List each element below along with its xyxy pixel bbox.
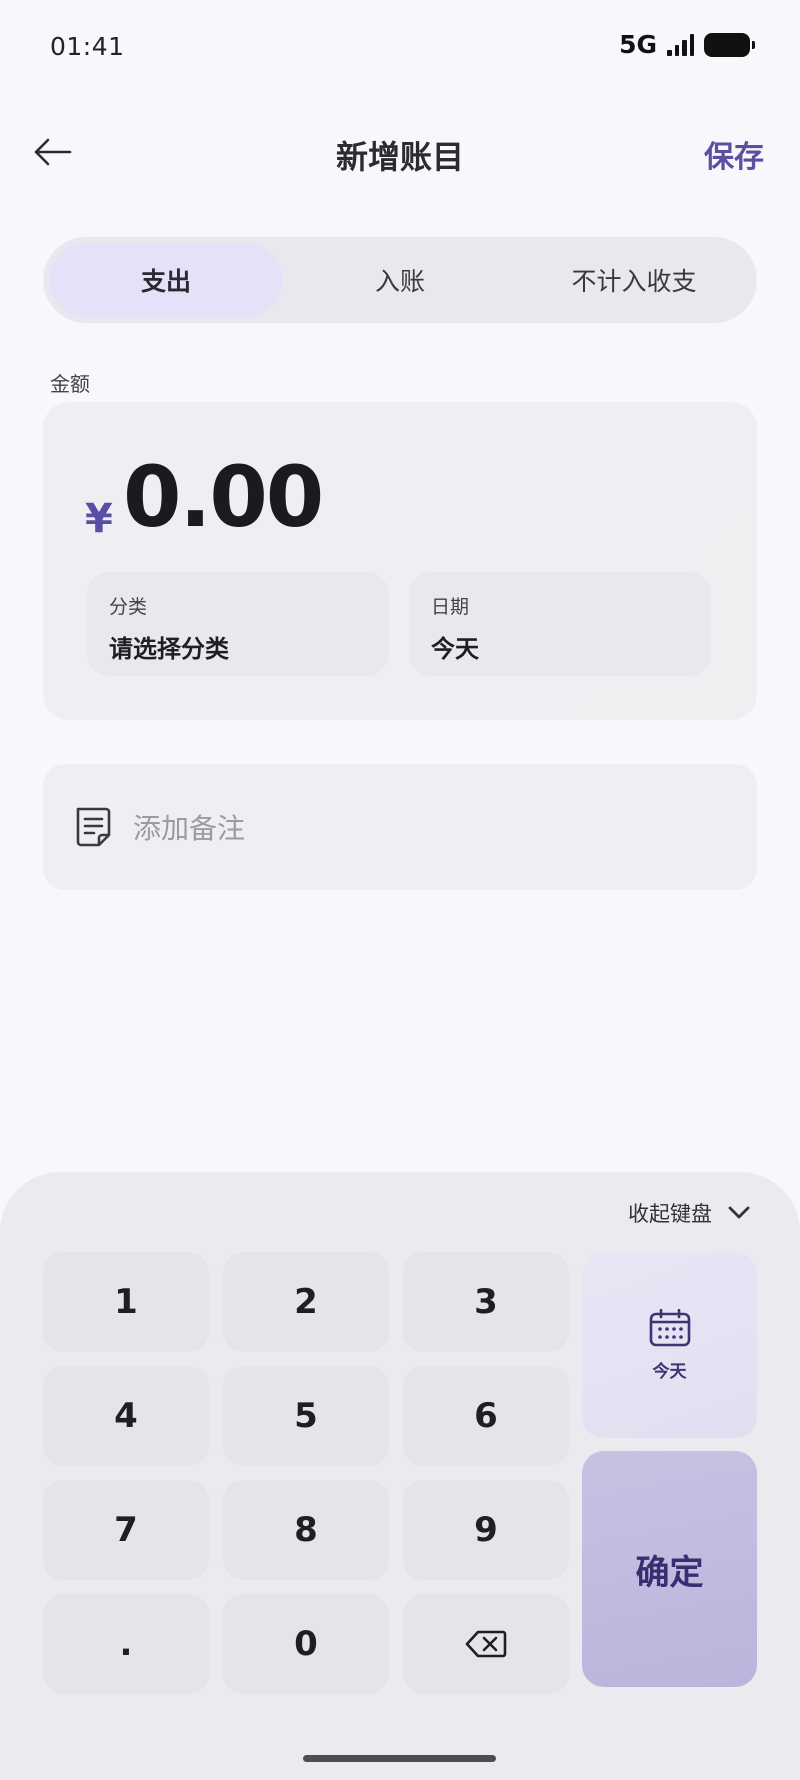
key-4[interactable]: 4 (43, 1366, 209, 1466)
currency-symbol: ¥ (85, 496, 113, 542)
memo-placeholder: 添加备注 (133, 812, 246, 845)
key-decimal[interactable]: . (43, 1594, 209, 1694)
backspace-button[interactable] (403, 1594, 569, 1694)
memo-field[interactable]: 添加备注 (43, 764, 757, 890)
tab-excluded[interactable]: 不计入收支 (517, 243, 751, 317)
today-label: 今天 (652, 1361, 687, 1382)
amount-value[interactable]: 0.00 (123, 448, 324, 546)
amount-label: 金额 (50, 372, 90, 396)
category-selector[interactable]: 分类 请选择分类 (87, 572, 389, 676)
tab-expense[interactable]: 支出 (49, 243, 283, 317)
calendar-icon (649, 1308, 690, 1346)
key-0[interactable]: 0 (223, 1594, 389, 1694)
tab-income[interactable]: 入账 (283, 243, 517, 317)
page-title: 新增账目 (335, 138, 464, 176)
save-button[interactable]: 保存 (704, 132, 764, 176)
number-keypad: 收起键盘 1 2 3 4 5 6 7 8 9 . 0 今天 确定 (0, 1172, 800, 1780)
date-label: 日期 (431, 596, 470, 618)
date-selector[interactable]: 日期 今天 (409, 572, 711, 676)
key-2[interactable]: 2 (223, 1252, 389, 1352)
note-icon (76, 807, 111, 847)
signal-icon (667, 33, 694, 56)
key-1[interactable]: 1 (43, 1252, 209, 1352)
network-label: 5G (619, 30, 657, 59)
confirm-button[interactable]: 确定 (582, 1451, 757, 1687)
today-date-button[interactable]: 今天 (582, 1252, 757, 1438)
type-segmented-control: 支出 入账 不计入收支 (43, 237, 757, 323)
chevron-down-icon (728, 1206, 750, 1219)
backspace-icon (465, 1630, 507, 1658)
battery-icon (704, 32, 755, 57)
key-7[interactable]: 7 (43, 1480, 209, 1580)
key-6[interactable]: 6 (403, 1366, 569, 1466)
status-bar: 01:41 5G (0, 0, 800, 96)
status-indicators: 5G (619, 30, 755, 59)
key-8[interactable]: 8 (223, 1480, 389, 1580)
key-5[interactable]: 5 (223, 1366, 389, 1466)
collapse-keyboard-label: 收起键盘 (628, 1202, 712, 1226)
key-9[interactable]: 9 (403, 1480, 569, 1580)
status-time: 01:41 (50, 32, 125, 61)
header: 新增账目 保存 (0, 110, 800, 200)
category-label: 分类 (109, 596, 148, 618)
key-3[interactable]: 3 (403, 1252, 569, 1352)
category-value: 请选择分类 (109, 635, 229, 663)
date-value: 今天 (431, 635, 479, 663)
collapse-keyboard-button[interactable]: 收起键盘 (628, 1198, 750, 1228)
home-indicator (303, 1755, 496, 1762)
amount-card: ¥ 0.00 分类 请选择分类 日期 今天 (43, 402, 757, 720)
